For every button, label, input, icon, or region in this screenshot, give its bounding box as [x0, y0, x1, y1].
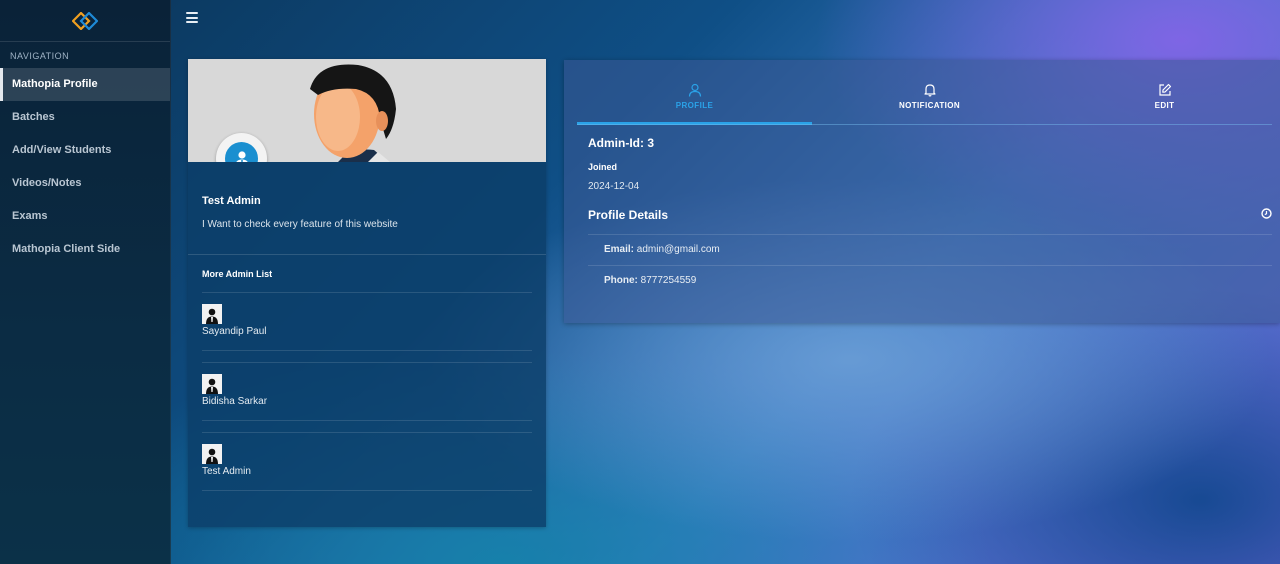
email-value: admin@gmail.com [636, 244, 720, 255]
tab-label: PROFILE [675, 101, 714, 110]
tab-bar: PROFILE NOTIFICATION EDIT [577, 60, 1272, 125]
sidebar-item-label: Add/View Students [12, 144, 112, 156]
profile-bio: I Want to check every feature of this we… [202, 219, 398, 230]
profile-card: Test Admin I Want to check every feature… [188, 59, 546, 527]
tab-divider [577, 124, 1272, 125]
admin-avatar [202, 304, 222, 324]
email-label: Email: [604, 244, 635, 255]
sidebar-item-label: Mathopia Profile [12, 78, 98, 90]
profile-name: Test Admin [202, 195, 261, 207]
admin-avatar-icon [206, 308, 218, 324]
nav-heading: NAVIGATION [10, 51, 70, 61]
sidebar-item-label: Exams [12, 210, 48, 222]
sidebar-item-label: Batches [12, 111, 55, 123]
tab-edit[interactable]: EDIT [1047, 60, 1280, 125]
divider [188, 254, 546, 255]
phone-row: Phone: 8777254559 [588, 266, 1272, 298]
email-row: Email: admin@gmail.com [588, 234, 1272, 266]
list-item[interactable]: Test Admin [202, 432, 532, 502]
sidebar-item-videos-notes[interactable]: Videos/Notes [0, 167, 170, 200]
logo[interactable] [0, 0, 170, 42]
admin-avatar [202, 444, 222, 464]
joined-label: Joined [588, 162, 618, 172]
sidebar-item-mathopia-profile[interactable]: Mathopia Profile [0, 68, 170, 101]
user-icon [688, 83, 701, 97]
list-item[interactable]: Bidisha Sarkar [202, 362, 532, 432]
joined-date: 2024-12-04 [588, 181, 640, 192]
admin-id: Admin-Id: 3 [588, 136, 654, 150]
phone-label: Phone: [604, 275, 638, 286]
sidebar-item-label: Videos/Notes [12, 177, 82, 189]
admin-list: Sayandip Paul Bidisha Sarkar Test Admin [202, 292, 532, 502]
phone-value: 8777254559 [640, 275, 697, 286]
admin-avatar-icon [206, 378, 218, 394]
sidebar-item-batches[interactable]: Batches [0, 101, 170, 134]
bell-icon [923, 84, 936, 97]
cover-image [188, 59, 546, 162]
tab-label: NOTIFICATION [898, 101, 961, 110]
user-avatar-icon [235, 150, 248, 162]
menu-toggle-icon[interactable] [186, 12, 198, 23]
edit-icon [1158, 83, 1171, 96]
admin-avatar-icon [206, 448, 218, 464]
mathopia-logo-icon [72, 11, 98, 30]
sidebar: NAVIGATION Mathopia Profile Batches Add/… [0, 0, 171, 564]
admin-name: Bidisha Sarkar [202, 396, 268, 407]
sidebar-item-exams[interactable]: Exams [0, 200, 170, 233]
list-item[interactable]: Sayandip Paul [202, 292, 532, 362]
admin-name: Sayandip Paul [202, 326, 267, 337]
sidebar-item-label: Mathopia Client Side [12, 243, 121, 255]
clock-icon [1261, 208, 1272, 219]
admin-avatar [202, 374, 222, 394]
admin-name: Test Admin [202, 466, 251, 477]
tab-notification[interactable]: NOTIFICATION [812, 60, 1047, 125]
tab-profile[interactable]: PROFILE [577, 60, 812, 125]
profile-detail-card: PROFILE NOTIFICATION EDIT Admin-Id: 3 Jo… [564, 60, 1280, 323]
sidebar-item-mathopia-client-side[interactable]: Mathopia Client Side [0, 233, 170, 266]
profile-details-title: Profile Details [588, 208, 669, 222]
admin-list-title: More Admin List [202, 269, 273, 279]
sidebar-item-add-view-students[interactable]: Add/View Students [0, 134, 170, 167]
tab-label: EDIT [1154, 101, 1175, 110]
